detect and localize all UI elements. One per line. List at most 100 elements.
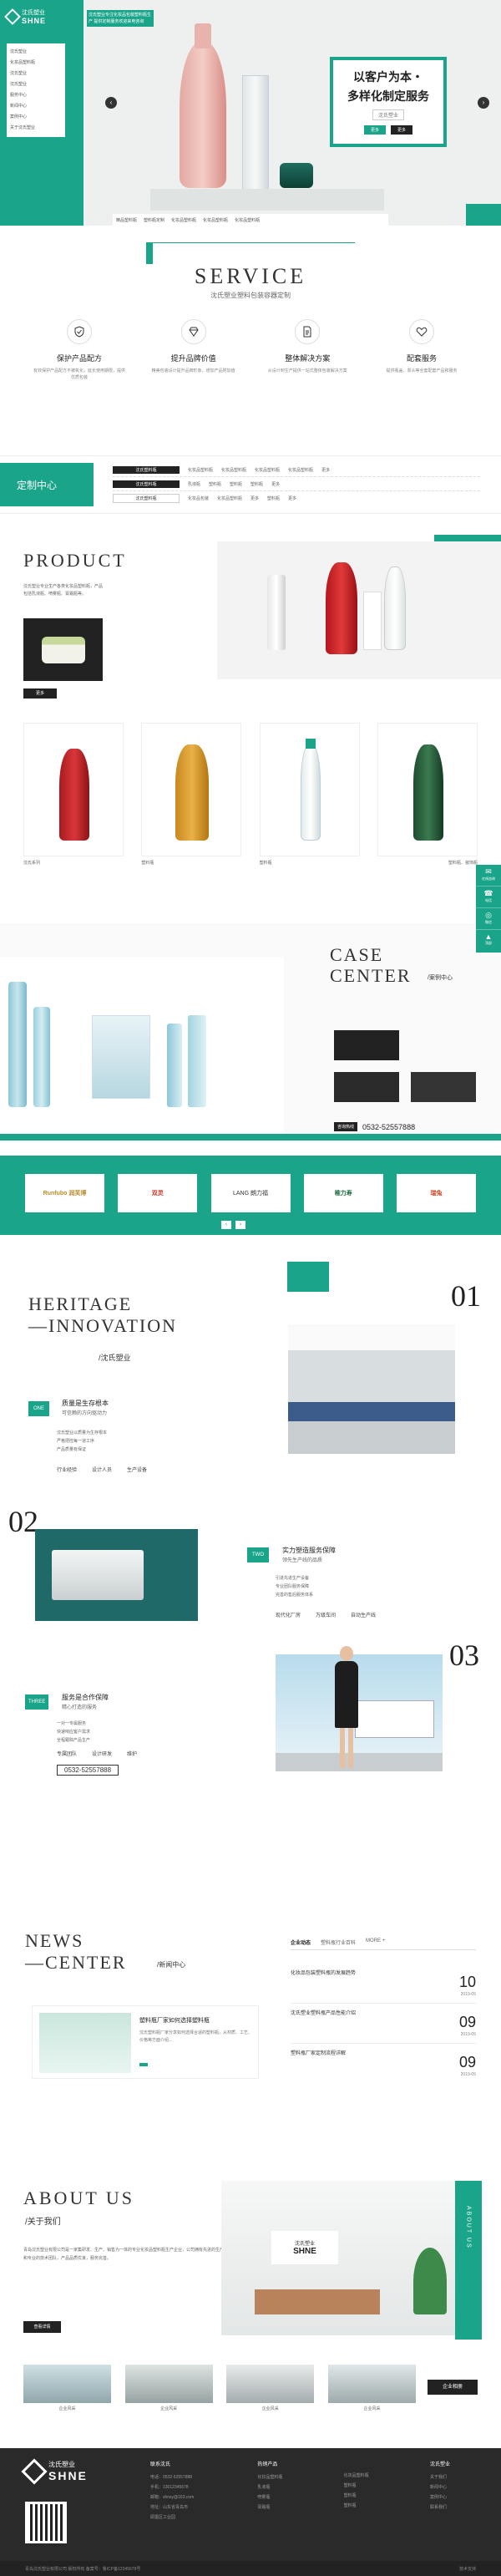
- float-item[interactable]: ✉ 在线咨询: [476, 865, 501, 887]
- two-point: 专业团队服务保障: [276, 1584, 310, 1589]
- custom-link[interactable]: 塑料瓶: [267, 495, 280, 501]
- product-card[interactable]: 塑料瓶、装饰瓶: [377, 723, 478, 866]
- keyword-link[interactable]: 化妆品塑料瓶: [171, 217, 196, 223]
- news-list-item[interactable]: 沈氏塑业塑料瓶产品性能介绍 09 2019-05: [291, 2009, 476, 2044]
- footer-link[interactable]: 关于我们: [430, 2472, 480, 2482]
- custom-link[interactable]: 塑料瓶: [230, 481, 242, 487]
- service-item[interactable]: 整体解决方案 从设计到生产提供一站式整体包装解决方案: [261, 319, 353, 381]
- sidebar-item[interactable]: 关于沈氏塑业: [10, 123, 62, 134]
- service-item-title: 提升品牌价值: [170, 354, 216, 363]
- sidebar-item[interactable]: 案例中心: [10, 112, 62, 123]
- news-item-day: 09: [458, 2014, 476, 2030]
- custom-link[interactable]: 化妆品塑料瓶: [221, 467, 246, 473]
- keyword-link[interactable]: 精品塑料瓶: [116, 217, 137, 223]
- brand-logo[interactable]: 双灵: [118, 1174, 198, 1212]
- keyword-link[interactable]: 化妆品塑料瓶: [203, 217, 228, 223]
- about-thumb[interactable]: 企业风采: [226, 2365, 315, 2411]
- sidebar-item[interactable]: 新闻中心: [10, 101, 62, 112]
- office-wall-logo: 沈氏塑业 SHNE: [271, 2231, 338, 2264]
- brands-prev[interactable]: ‹: [221, 1221, 231, 1229]
- sidebar-item[interactable]: 沈氏塑业: [10, 79, 62, 90]
- footer-link[interactable]: 塑料瓶: [344, 2501, 402, 2511]
- product-banner: [217, 541, 501, 679]
- brand-logo[interactable]: 瑞兔: [397, 1174, 476, 1212]
- heritage-num-1: 01: [451, 1279, 481, 1313]
- sidebar-logo[interactable]: 沈氏塑业 SHNE: [4, 8, 77, 25]
- news-tab-more[interactable]: MORE +: [366, 1938, 385, 1946]
- office-plant: [413, 2248, 447, 2314]
- footer-link[interactable]: 新闻中心: [430, 2482, 480, 2492]
- sidebar-item[interactable]: 化妆品塑料瓶: [10, 58, 62, 69]
- news-list-item[interactable]: 塑料瓶厂家定制流程详解 09 2019-05: [291, 2049, 476, 2084]
- custom-link[interactable]: 塑料瓶: [209, 481, 221, 487]
- footer-link[interactable]: 塑料瓶: [344, 2491, 402, 2501]
- custom-more-link[interactable]: 更多: [288, 495, 296, 501]
- footer-link[interactable]: 案例中心: [430, 2492, 480, 2502]
- product-grid: 沈氏系列 塑料瓶 塑料瓶 塑料瓶、装饰瓶: [23, 723, 478, 866]
- custom-row-head[interactable]: 沈氏塑料瓶: [113, 494, 180, 503]
- one-point: 沈氏塑业以质量为生存根本: [57, 1430, 108, 1435]
- custom-link[interactable]: 化妆品塑料瓶: [255, 467, 280, 473]
- sidebar-item[interactable]: 沈氏塑业: [10, 47, 62, 58]
- custom-link[interactable]: 乳液瓶: [188, 481, 200, 487]
- about-thumb[interactable]: 企业风采: [327, 2365, 416, 2411]
- service-item[interactable]: 配套服务 提供瓶盖、泵头等全套配套产品和服务: [376, 319, 468, 381]
- custom-link[interactable]: 化妆品塑料瓶: [188, 467, 213, 473]
- news-list-item[interactable]: 化妆品包装塑料瓶的发展趋势 10 2019-05: [291, 1969, 476, 2004]
- custom-link[interactable]: 更多: [250, 495, 259, 501]
- footer-link[interactable]: 塑料瓶: [344, 2481, 402, 2491]
- float-item[interactable]: ▲ 顶部: [476, 930, 501, 952]
- custom-link[interactable]: 化妆品塑料瓶: [288, 467, 313, 473]
- custom-more-link[interactable]: 更多: [321, 467, 330, 473]
- footer-logo[interactable]: 沈氏塑业 SHNE: [21, 2457, 88, 2485]
- custom-link[interactable]: 化妆品包装: [188, 495, 209, 501]
- brand-logo[interactable]: LANG 朗力福: [210, 1174, 291, 1212]
- float-item[interactable]: ◎ 微信: [476, 908, 501, 930]
- keyword-link[interactable]: 化妆品塑料瓶: [235, 217, 260, 223]
- custom-link[interactable]: 塑料瓶: [250, 481, 263, 487]
- sidebar-item[interactable]: 服务中心: [10, 90, 62, 101]
- logo-mark-icon: [21, 2457, 48, 2485]
- three-points: 一对一专属服务 快速响应客户需求 全程跟踪产品生产: [57, 1720, 90, 1745]
- product-card[interactable]: 塑料瓶: [141, 723, 242, 866]
- chevron-left-icon[interactable]: ‹: [105, 97, 117, 109]
- about-thumb[interactable]: 企业风采: [124, 2365, 213, 2411]
- custom-more-link[interactable]: 更多: [271, 481, 280, 487]
- product-card[interactable]: 塑料瓶: [259, 723, 360, 866]
- hero-more-button[interactable]: 更多: [391, 125, 413, 135]
- footer-link[interactable]: 化妆品塑料瓶: [344, 2471, 402, 2481]
- footer-link[interactable]: 化妆品塑料瓶: [257, 2472, 316, 2482]
- news-featured[interactable]: 塑料瓶厂家如何选择塑料瓶 沈氏塑料瓶厂家分享如何选择合适的塑料瓶，从材质、工艺、…: [32, 2005, 259, 2079]
- about-album-button[interactable]: 企业相册: [428, 2380, 478, 2395]
- service-item[interactable]: 提升品牌价值 精美包装设计提升品牌形象，增加产品附加值: [148, 319, 240, 381]
- header-blurb: 沈氏塑业专注化妆品包装塑料瓶生产 提供定制服务欢迎来电咨询: [87, 10, 154, 27]
- brands-next[interactable]: ›: [235, 1221, 245, 1229]
- hero-more-button[interactable]: 更多: [363, 125, 386, 135]
- footer-link[interactable]: 联系我们: [430, 2502, 480, 2512]
- brand-logo[interactable]: 稚力寿: [303, 1174, 383, 1212]
- about-thumb[interactable]: 企业风采: [23, 2365, 111, 2411]
- case-tile[interactable]: [334, 1030, 399, 1060]
- custom-row-head[interactable]: 沈氏塑料瓶: [113, 465, 180, 474]
- product-card[interactable]: 沈氏系列: [23, 723, 124, 866]
- chevron-right-icon[interactable]: ›: [478, 97, 489, 109]
- float-item[interactable]: ☎ 电话: [476, 887, 501, 908]
- brand-logo[interactable]: Runfubo 润芙博: [25, 1174, 104, 1212]
- custom-row-head[interactable]: 沈氏塑料瓶: [113, 480, 180, 488]
- case-tile[interactable]: [411, 1072, 476, 1102]
- service-item[interactable]: 保护产品配方 有效保护产品配方不被氧化，延长使用期限，提供优质包装: [33, 319, 125, 381]
- product-more-button[interactable]: 更多: [23, 688, 57, 699]
- about-more-button[interactable]: 查看详情: [23, 2321, 61, 2333]
- sidebar-item[interactable]: 沈氏塑业: [10, 69, 62, 79]
- keyword-link[interactable]: 塑料瓶定制: [144, 217, 164, 223]
- news-tab-industry[interactable]: 塑料瓶行业百科: [321, 1938, 356, 1946]
- custom-link[interactable]: 化妆品塑料瓶: [217, 495, 242, 501]
- footer-link[interactable]: 乳液瓶: [257, 2482, 316, 2492]
- news-tab-company[interactable]: 企业动态: [291, 1938, 311, 1946]
- two-point: 引进先进生产设备: [276, 1576, 310, 1581]
- footer-link[interactable]: 膏霜瓶: [257, 2502, 316, 2512]
- footer-link[interactable]: 喷雾瓶: [257, 2492, 316, 2502]
- case-tile[interactable]: [334, 1072, 399, 1102]
- footer-support[interactable]: 技术支持: [459, 2566, 476, 2572]
- two-point: 完善的售后服务体系: [276, 1593, 314, 1598]
